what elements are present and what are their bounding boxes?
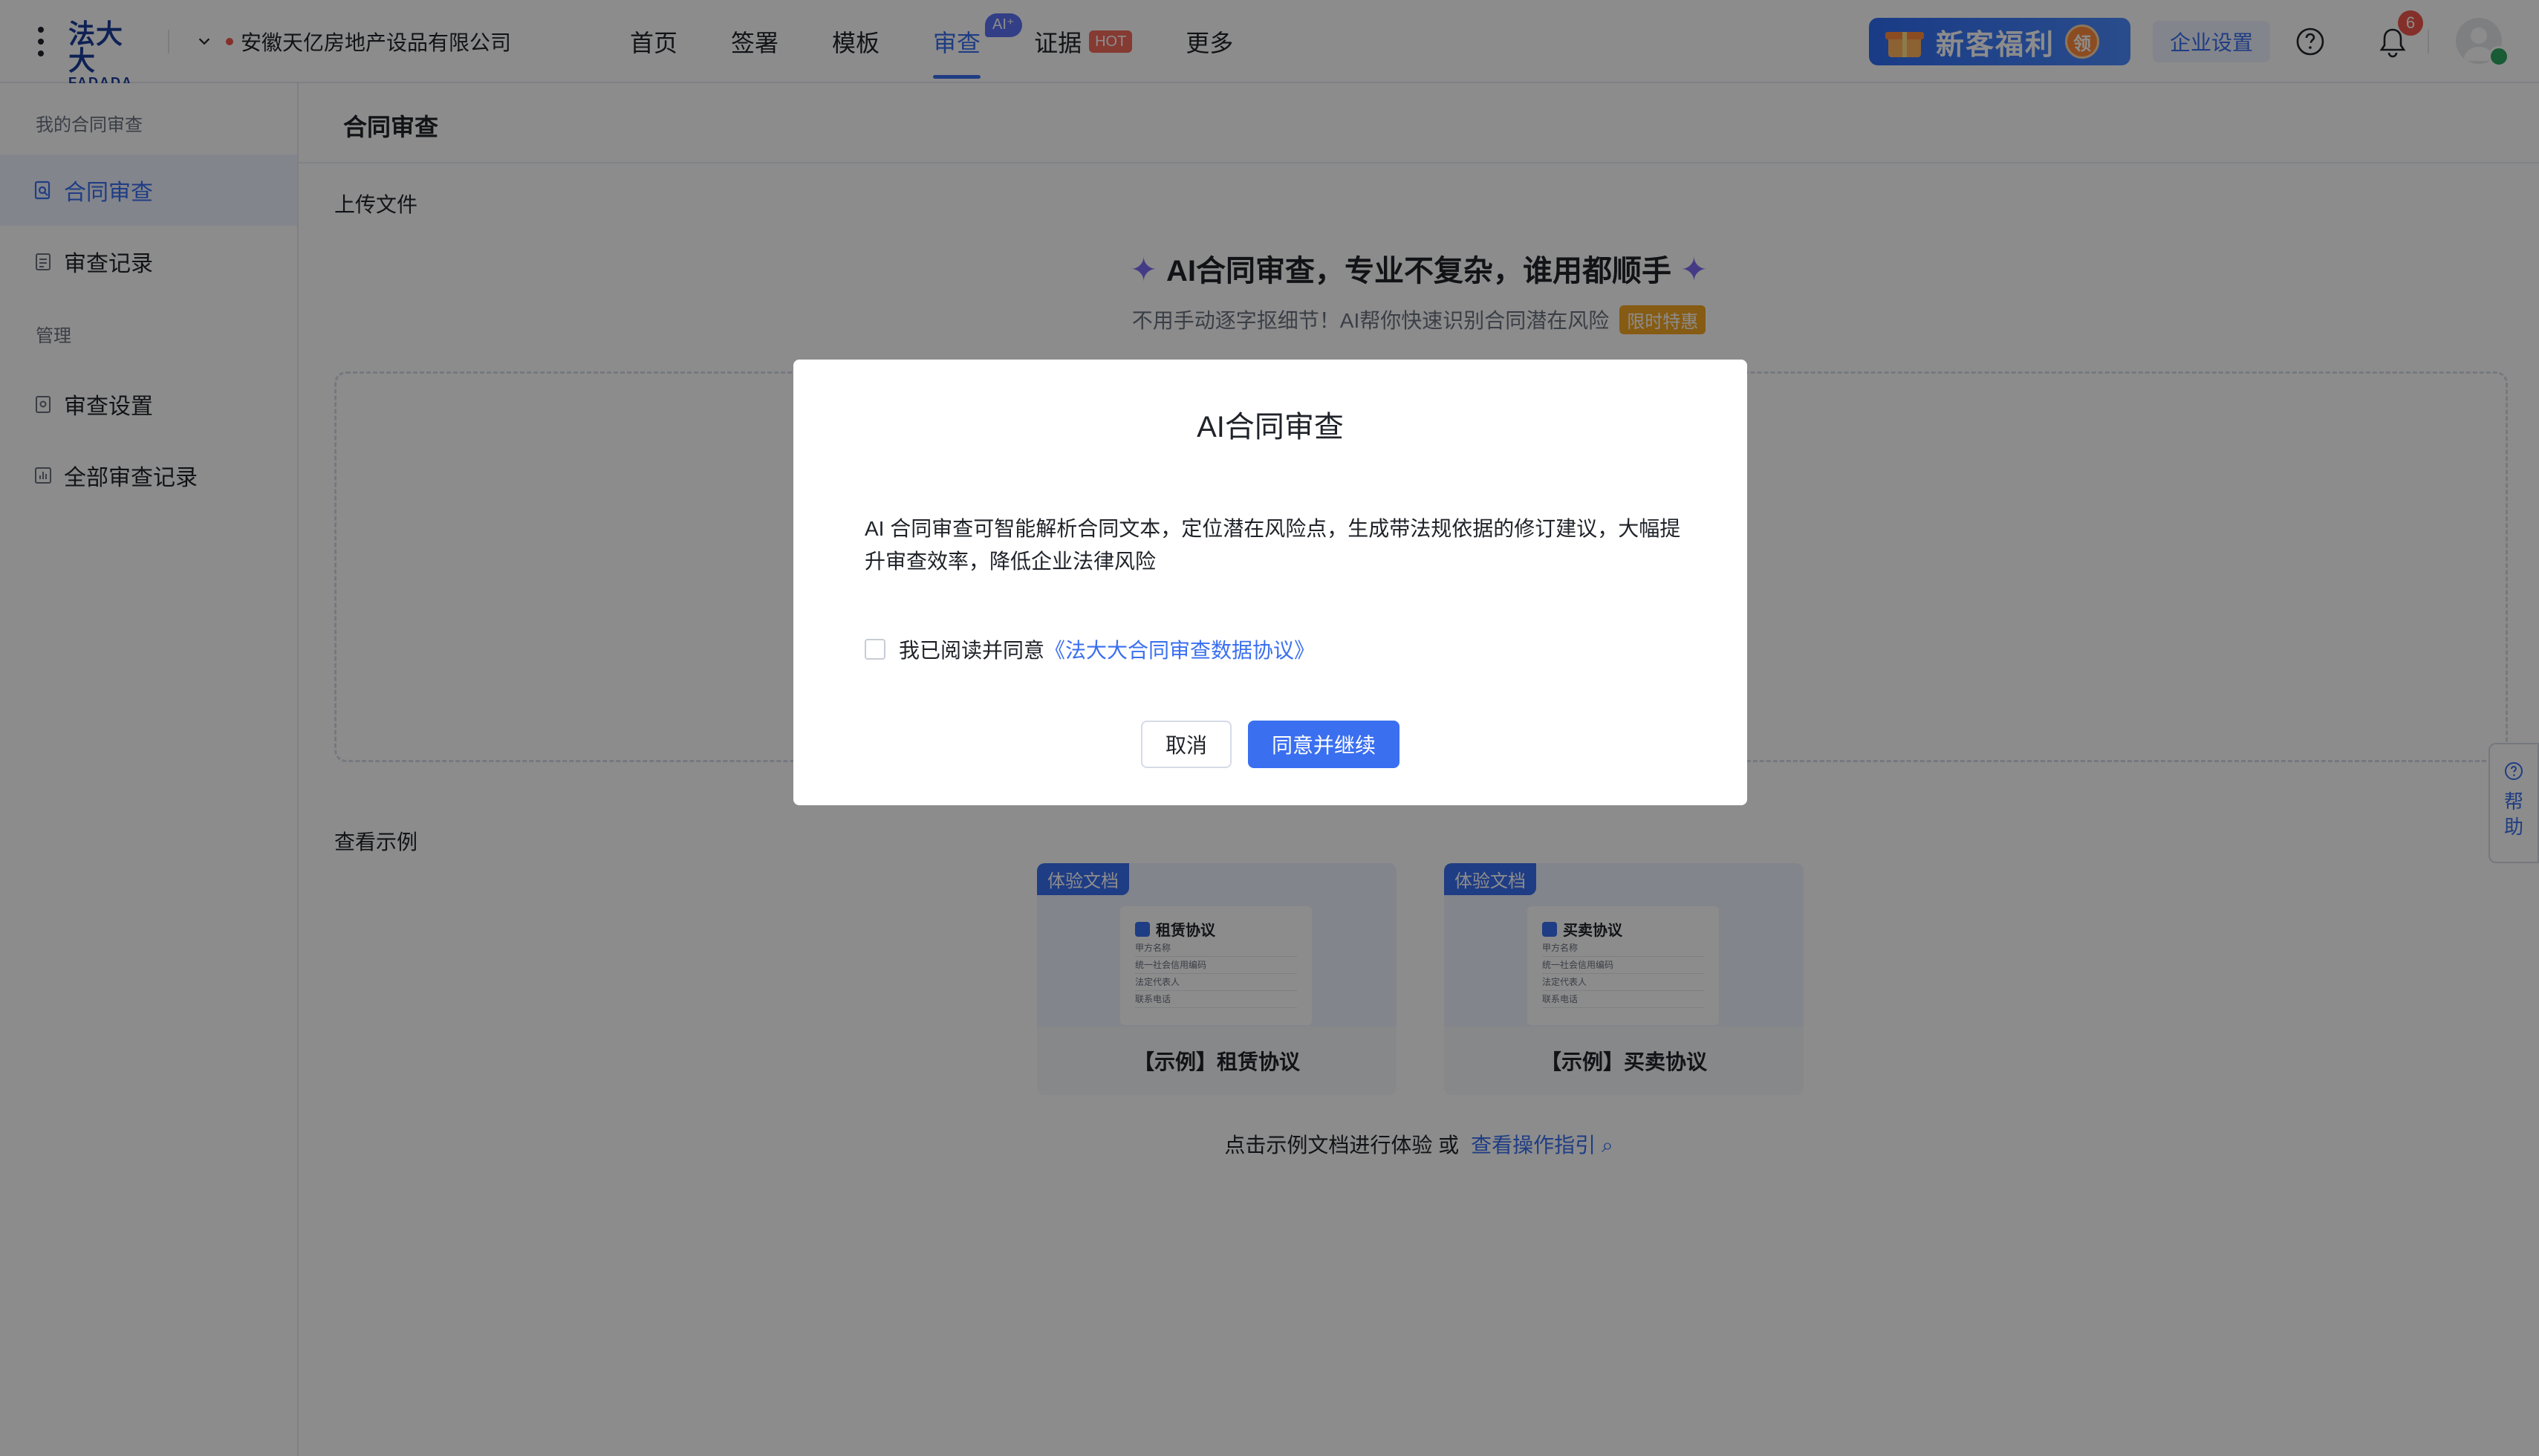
cancel-button[interactable]: 取消: [1141, 721, 1232, 768]
dialog-title: AI合同审查: [1197, 411, 1344, 443]
agreement-row: 我已阅读并同意 《法大大合同审查数据协议》: [865, 634, 1315, 664]
data-agreement-link[interactable]: 《法大大合同审查数据协议》: [1044, 634, 1315, 664]
agreement-text: 我已阅读并同意: [899, 639, 1045, 662]
ai-review-consent-dialog: AI合同审查 AI 合同审查可智能解析合同文本，定位潜在风险点，生成带法规依据的…: [793, 360, 1747, 805]
agree-continue-button[interactable]: 同意并继续: [1248, 721, 1399, 768]
agreement-checkbox[interactable]: [865, 639, 885, 660]
dialog-body: AI 合同审查可智能解析合同文本，定位潜在风险点，生成带法规依据的修订建议，大幅…: [865, 517, 1681, 573]
